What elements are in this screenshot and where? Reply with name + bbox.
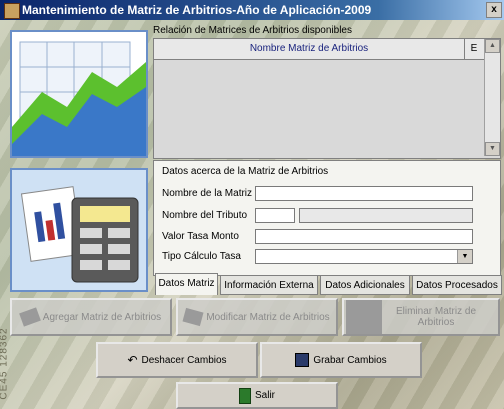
window-title: Mantenimiento de Matriz de Arbitrios-Año… [22, 3, 372, 17]
agregar-matriz-button[interactable]: Agregar Matriz de Arbitrios [10, 298, 172, 336]
nombre-matriz-label: Nombre de la Matriz [162, 188, 253, 199]
deshacer-cambios-button[interactable]: ↶ Deshacer Cambios [96, 342, 258, 378]
salir-button[interactable]: Salir [176, 382, 338, 409]
close-button[interactable]: x [486, 2, 502, 18]
modificar-matriz-label: Modificar Matriz de Arbitrios [206, 311, 330, 323]
deshacer-cambios-label: Deshacer Cambios [141, 354, 227, 366]
tipo-calculo-select[interactable]: ▼ [255, 249, 473, 264]
add-matrix-icon [18, 307, 41, 327]
grabar-cambios-label: Grabar Cambios [313, 354, 387, 366]
list-scrollbar[interactable]: ▲ ▼ [484, 39, 500, 156]
background-serial: CE45 128362 [0, 327, 10, 400]
tab-datos-procesados[interactable]: Datos Procesados [412, 275, 502, 295]
title-bar: Mantenimiento de Matriz de Arbitrios-Año… [0, 0, 504, 20]
grabar-cambios-button[interactable]: Grabar Cambios [260, 342, 422, 378]
eliminar-matriz-button[interactable]: Eliminar Matriz de Arbitrios [342, 298, 500, 336]
valor-tasa-label: Valor Tasa Monto [162, 231, 239, 242]
tipo-calculo-label: Tipo Cálculo Tasa [162, 251, 241, 262]
matrix-form-panel: Datos acerca de la Matriz de Arbitrios N… [153, 160, 501, 276]
tab-informacion-externa[interactable]: Información Externa [220, 275, 318, 295]
calculator-image [10, 168, 148, 292]
salir-label: Salir [254, 390, 275, 401]
valor-tasa-field[interactable] [255, 229, 473, 244]
column-header-e[interactable]: E [465, 39, 483, 59]
scroll-down-button[interactable]: ▼ [485, 142, 500, 156]
list-section-label: Relación de Matrices de Arbitrios dispon… [153, 25, 352, 36]
nombre-matriz-field[interactable] [255, 186, 473, 201]
tab-datos-adicionales[interactable]: Datos Adicionales [320, 275, 410, 295]
calculator-icon [12, 170, 146, 290]
matrices-list[interactable]: Nombre Matriz de Arbitrios E ▲ ▼ [153, 38, 501, 159]
scroll-up-button[interactable]: ▲ [485, 39, 500, 53]
list-header: Nombre Matriz de Arbitrios E [154, 39, 484, 60]
chart-icon [12, 32, 146, 156]
eliminar-matriz-label: Eliminar Matriz de Arbitrios [395, 306, 477, 328]
tributo-code-field[interactable] [255, 208, 295, 223]
save-icon [295, 353, 310, 367]
form-section-label: Datos acerca de la Matriz de Arbitrios [162, 166, 329, 177]
agregar-matriz-label: Agregar Matriz de Arbitrios [42, 311, 162, 323]
app-icon [4, 3, 20, 19]
chevron-down-icon[interactable]: ▼ [457, 250, 472, 263]
exit-door-icon [238, 387, 251, 404]
column-header-nombre[interactable]: Nombre Matriz de Arbitrios [154, 39, 465, 59]
tributo-name-field [299, 208, 473, 223]
delete-matrix-icon [346, 300, 382, 334]
app-window: CE45 128362 Mantenimiento de Matriz de A… [0, 0, 504, 409]
undo-icon: ↶ [127, 353, 138, 367]
chart-image [10, 30, 148, 158]
modificar-matriz-button[interactable]: Modificar Matriz de Arbitrios [176, 298, 338, 336]
edit-matrix-icon [182, 307, 204, 327]
nombre-tributo-label: Nombre del Tributo [162, 210, 248, 221]
tab-datos-matriz[interactable]: Datos Matriz [155, 273, 218, 295]
